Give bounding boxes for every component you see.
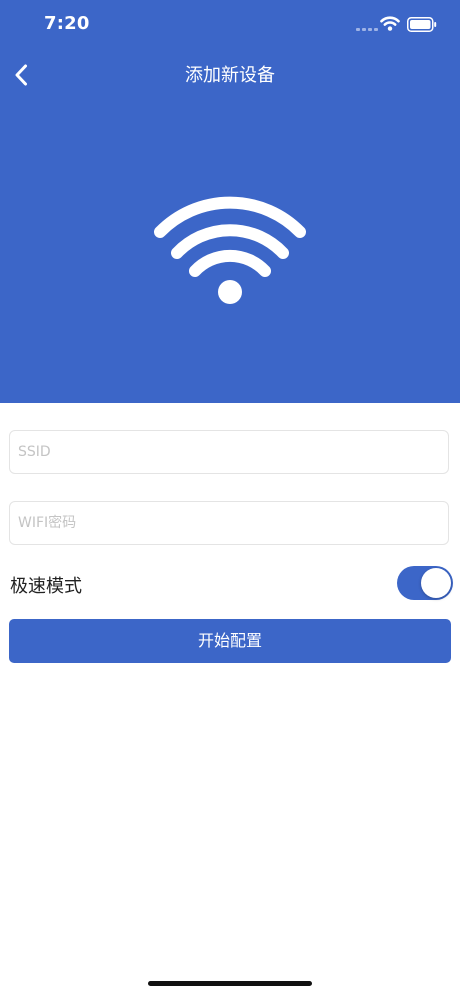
wifi-password-input[interactable] xyxy=(18,502,438,544)
start-config-button[interactable]: 开始配置 xyxy=(9,619,451,663)
status-bar: 7:20 xyxy=(0,0,460,50)
ssid-input[interactable] xyxy=(18,431,438,473)
hero-banner: 7:20 添加新设备 xyxy=(0,0,460,403)
page-title: 添加新设备 xyxy=(185,65,275,86)
fast-mode-label: 极速模式 xyxy=(10,576,82,597)
fast-mode-row: 极速模式 xyxy=(9,563,453,603)
fast-mode-toggle[interactable] xyxy=(397,566,453,600)
cellular-signal-icon xyxy=(356,28,378,31)
home-indicator xyxy=(148,981,312,986)
wifi-password-field[interactable] xyxy=(9,501,449,545)
ssid-field[interactable] xyxy=(9,430,449,474)
navigation-bar: 添加新设备 xyxy=(0,50,460,98)
wifi-icon xyxy=(154,196,306,304)
status-wifi-icon xyxy=(380,16,400,31)
battery-icon xyxy=(407,17,437,32)
status-time: 7:20 xyxy=(44,13,90,34)
toggle-knob xyxy=(421,568,451,598)
